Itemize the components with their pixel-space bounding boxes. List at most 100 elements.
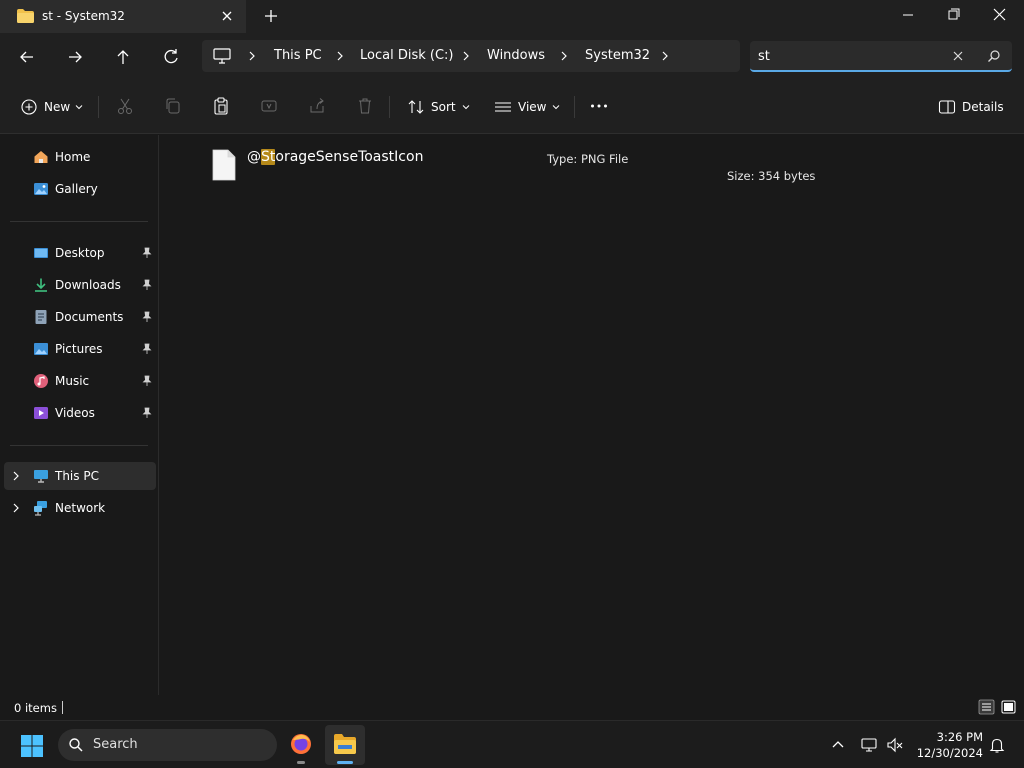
documents-icon — [35, 310, 47, 324]
sidebar-item-music[interactable]: Music — [0, 367, 156, 395]
sidebar-item-pictures[interactable]: Pictures — [0, 335, 156, 363]
firefox-taskbar-button[interactable] — [281, 725, 321, 765]
file-name-rest: orageSenseToastIcon — [275, 149, 424, 165]
refresh-icon[interactable] — [157, 43, 185, 71]
chevron-right-icon[interactable] — [559, 51, 569, 61]
volume-muted-icon[interactable] — [886, 736, 904, 754]
chevron-right-icon[interactable] — [10, 470, 22, 482]
breadcrumb-system32[interactable]: System32 — [585, 48, 650, 63]
window-tab[interactable]: st - System32 — [0, 0, 246, 33]
sidebar-item-documents[interactable]: Documents — [0, 303, 156, 331]
new-tab-icon[interactable] — [262, 7, 280, 25]
folder-icon — [334, 734, 356, 754]
item-count: 0 items — [14, 701, 57, 715]
sidebar-item-videos[interactable]: Videos — [0, 399, 156, 427]
status-bar: 0 items — [0, 695, 1024, 720]
minimize-icon[interactable] — [885, 0, 931, 33]
home-icon — [34, 151, 48, 163]
sort-button[interactable]: Sort — [406, 96, 470, 118]
notification-bell-icon[interactable] — [988, 736, 1006, 754]
sidebar-item-label: Downloads — [55, 278, 121, 292]
sidebar-item-label: Home — [55, 150, 91, 164]
chevron-down-icon — [462, 105, 469, 110]
pin-icon[interactable] — [141, 375, 153, 387]
search-box[interactable] — [750, 41, 1012, 72]
sidebar-item-label: This PC — [55, 469, 99, 483]
list-item[interactable]: @StorageSenseToastIcon Type: PNG File Si… — [211, 147, 861, 187]
sidebar-item-downloads[interactable]: Downloads — [0, 271, 156, 299]
chevron-right-icon[interactable] — [660, 51, 670, 61]
clock-date: 12/30/2024 — [916, 746, 983, 760]
chevron-right-icon[interactable] — [10, 502, 22, 514]
taskbar-search-label: Search — [93, 737, 138, 752]
file-type: Type: PNG File — [547, 152, 629, 166]
pin-icon[interactable] — [141, 279, 153, 291]
chevron-up-icon[interactable] — [829, 736, 847, 754]
rename-icon[interactable] — [259, 96, 279, 116]
sidebar-item-label: Pictures — [55, 342, 103, 356]
folder-icon — [17, 9, 34, 23]
pin-icon[interactable] — [141, 407, 153, 419]
up-icon[interactable] — [109, 43, 137, 71]
sidebar-item-label: Videos — [55, 406, 95, 420]
chevron-down-icon — [553, 105, 560, 110]
sidebar-item-gallery[interactable]: Gallery — [0, 175, 156, 203]
search-highlight: St — [261, 149, 276, 165]
plus-circle-icon — [21, 99, 37, 115]
windows-start-icon[interactable] — [20, 734, 44, 758]
more-options-icon[interactable] — [589, 96, 609, 116]
search-icon[interactable] — [986, 48, 1002, 64]
running-indicator — [297, 761, 305, 764]
sidebar-item-network[interactable]: Network — [0, 494, 156, 522]
details-label: Details — [962, 100, 1004, 114]
chevron-right-icon[interactable] — [461, 51, 471, 61]
search-results-pane: @StorageSenseToastIcon Type: PNG File Si… — [159, 135, 1024, 695]
network-status-icon[interactable] — [860, 736, 878, 754]
music-icon — [34, 374, 48, 388]
system-clock[interactable]: 3:26 PM 12/30/2024 — [913, 729, 983, 761]
copy-icon[interactable] — [163, 96, 183, 116]
file-name-prefix: @ — [247, 149, 261, 165]
pin-icon[interactable] — [141, 343, 153, 355]
restore-icon[interactable] — [931, 0, 977, 33]
pin-icon[interactable] — [141, 247, 153, 259]
sidebar-item-label: Gallery — [55, 182, 98, 196]
delete-icon[interactable] — [355, 96, 375, 116]
clock-time: 3:26 PM — [936, 730, 983, 744]
close-tab-icon[interactable] — [218, 7, 236, 25]
search-input[interactable] — [758, 46, 938, 66]
search-icon — [69, 738, 83, 752]
taskbar-search[interactable]: Search — [58, 729, 277, 761]
share-icon[interactable] — [307, 96, 327, 116]
chevron-right-icon[interactable] — [247, 51, 257, 61]
details-view-icon[interactable] — [978, 699, 995, 715]
clear-search-icon[interactable] — [950, 48, 966, 64]
view-button[interactable]: View — [493, 96, 560, 118]
sidebar-divider — [10, 445, 148, 446]
address-bar[interactable]: This PC Local Disk (C:) Windows System32 — [202, 40, 740, 72]
sidebar-item-home[interactable]: Home — [0, 143, 156, 171]
separator — [389, 96, 390, 118]
breadcrumb-windows[interactable]: Windows — [487, 48, 545, 63]
details-button[interactable]: Details — [938, 96, 1004, 118]
downloads-icon — [35, 278, 47, 292]
pin-icon[interactable] — [141, 311, 153, 323]
breadcrumb-this-pc[interactable]: This PC — [274, 48, 322, 63]
paste-icon[interactable] — [211, 96, 231, 116]
taskbar: Search 3:26 PM 12/30/2024 — [0, 720, 1024, 768]
forward-icon[interactable] — [61, 43, 89, 71]
sidebar-item-desktop[interactable]: Desktop — [0, 239, 156, 267]
back-icon[interactable] — [13, 43, 41, 71]
chevron-right-icon[interactable] — [335, 51, 345, 61]
close-window-icon[interactable] — [977, 0, 1023, 33]
file-explorer-taskbar-button[interactable] — [325, 725, 365, 765]
navigation-bar: This PC Local Disk (C:) Windows System32 — [0, 33, 1024, 80]
sidebar-item-this-pc[interactable]: This PC — [4, 462, 156, 490]
tiles-view-icon[interactable] — [1000, 699, 1017, 715]
file-name: @StorageSenseToastIcon — [247, 149, 423, 165]
new-button[interactable]: New — [20, 96, 83, 118]
new-label: New — [44, 100, 71, 114]
cut-icon[interactable] — [115, 96, 135, 116]
command-bar: New Sort View Details — [0, 80, 1024, 134]
breadcrumb-local-disk[interactable]: Local Disk (C:) — [360, 48, 453, 63]
